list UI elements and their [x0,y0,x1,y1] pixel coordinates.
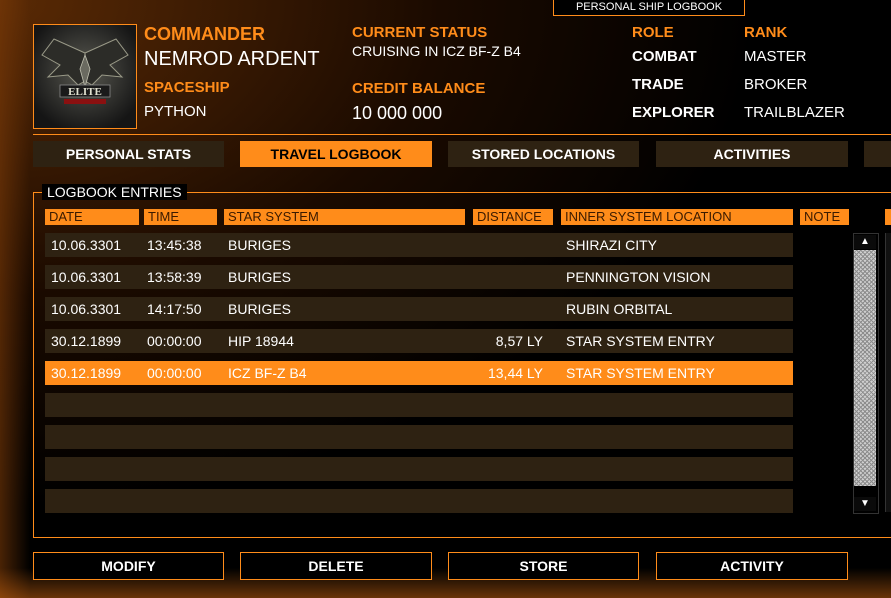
scrollbar-thumb[interactable] [854,250,876,486]
delete-button[interactable]: DELETE [240,552,432,580]
row-system: HIP 18944 [228,333,294,349]
column-extra [885,209,891,225]
commander-label: COMMANDER [144,24,265,44]
table-row[interactable]: 10.06.3301 13:45:38 BURIGES SHIRAZI CITY [45,233,793,257]
table-row[interactable]: 30.12.1899 00:00:00 HIP 18944 8,57 LY ST… [45,329,793,353]
rank-combat: MASTER [744,48,807,65]
role-explorer: EXPLORER [632,104,715,121]
tab-overflow[interactable] [864,141,891,167]
tab-activities[interactable]: ACTIVITIES [656,141,848,167]
tab-personal-stats[interactable]: PERSONAL STATS [33,141,224,167]
row-time: 14:17:50 [147,301,202,317]
spaceship-label: SPACESHIP [144,79,230,96]
role-trade: TRADE [632,76,684,93]
rank-header: RANK [744,24,788,41]
row-location: RUBIN ORBITAL [566,301,673,317]
row-location: STAR SYSTEM ENTRY [566,365,715,381]
column-inner-location[interactable]: INNER SYSTEM LOCATION [561,209,793,225]
column-date[interactable]: DATE [45,209,139,225]
row-date: 10.06.3301 [51,301,122,317]
row-time: 00:00:00 [147,333,202,349]
credit-value: 10 000 000 [352,103,443,123]
activity-button[interactable]: ACTIVITY [656,552,848,580]
row-location: PENNINGTON VISION [566,269,711,285]
elite-emblem-icon: ELITE [34,25,136,128]
column-note[interactable]: NOTE [800,209,849,225]
row-time: 00:00:00 [147,365,202,381]
row-date: 30.12.1899 [51,333,122,349]
row-system: ICZ BF-Z B4 [228,365,307,381]
row-location: STAR SYSTEM ENTRY [566,333,715,349]
commander-logo: ELITE [33,24,137,129]
row-distance [473,233,543,257]
table-row-empty[interactable] [45,425,793,449]
scrollbar-edge [885,233,891,512]
row-time: 13:45:38 [147,237,202,253]
column-distance[interactable]: DISTANCE [473,209,553,225]
row-system: BURIGES [228,237,292,253]
credit-label: CREDIT BALANCE [352,80,486,97]
tab-travel-logbook[interactable]: TRAVEL LOGBOOK [240,141,432,167]
commander-name: NEMROD ARDENT [144,48,320,70]
row-distance: 13,44 LY [487,365,543,381]
table-row-empty[interactable] [45,457,793,481]
table-row-selected[interactable]: 30.12.1899 00:00:00 ICZ BF-Z B4 13,44 LY… [45,361,793,385]
row-system: BURIGES [228,269,292,285]
spaceship-value: PYTHON [144,103,207,120]
row-date: 10.06.3301 [51,269,122,285]
row-distance: 8,57 LY [495,333,543,349]
status-value: CRUISING IN ICZ BF-Z B4 [352,43,521,59]
window-title: PERSONAL SHIP LOGBOOK [553,0,745,16]
logo-text: ELITE [68,86,102,98]
column-star-system[interactable]: STAR SYSTEM [224,209,465,225]
row-distance [473,265,543,289]
row-date: 10.06.3301 [51,237,122,253]
table-row[interactable]: 10.06.3301 13:58:39 BURIGES PENNINGTON V… [45,265,793,289]
role-combat: COMBAT [632,48,697,65]
column-time[interactable]: TIME [144,209,217,225]
tab-stored-locations[interactable]: STORED LOCATIONS [448,141,639,167]
store-button[interactable]: STORE [448,552,639,580]
table-row-empty[interactable] [45,393,793,417]
row-distance [473,297,543,321]
row-time: 13:58:39 [147,269,202,285]
header-divider [33,134,891,135]
row-location: SHIRAZI CITY [566,237,658,253]
background-glow-left [0,0,30,598]
status-label: CURRENT STATUS [352,24,488,41]
row-date: 30.12.1899 [51,365,122,381]
rank-explorer: TRAILBLAZER [744,104,845,121]
table-row[interactable]: 10.06.3301 14:17:50 BURIGES RUBIN ORBITA… [45,297,793,321]
table-row-empty[interactable] [45,489,793,513]
logbook-title: LOGBOOK ENTRIES [42,184,187,200]
rank-trade: BROKER [744,76,808,93]
role-header: ROLE [632,24,674,41]
modify-button[interactable]: MODIFY [33,552,224,580]
scroll-up-icon[interactable]: ▲ [854,235,876,249]
scroll-down-icon[interactable]: ▼ [854,497,876,511]
row-system: BURIGES [228,301,292,317]
